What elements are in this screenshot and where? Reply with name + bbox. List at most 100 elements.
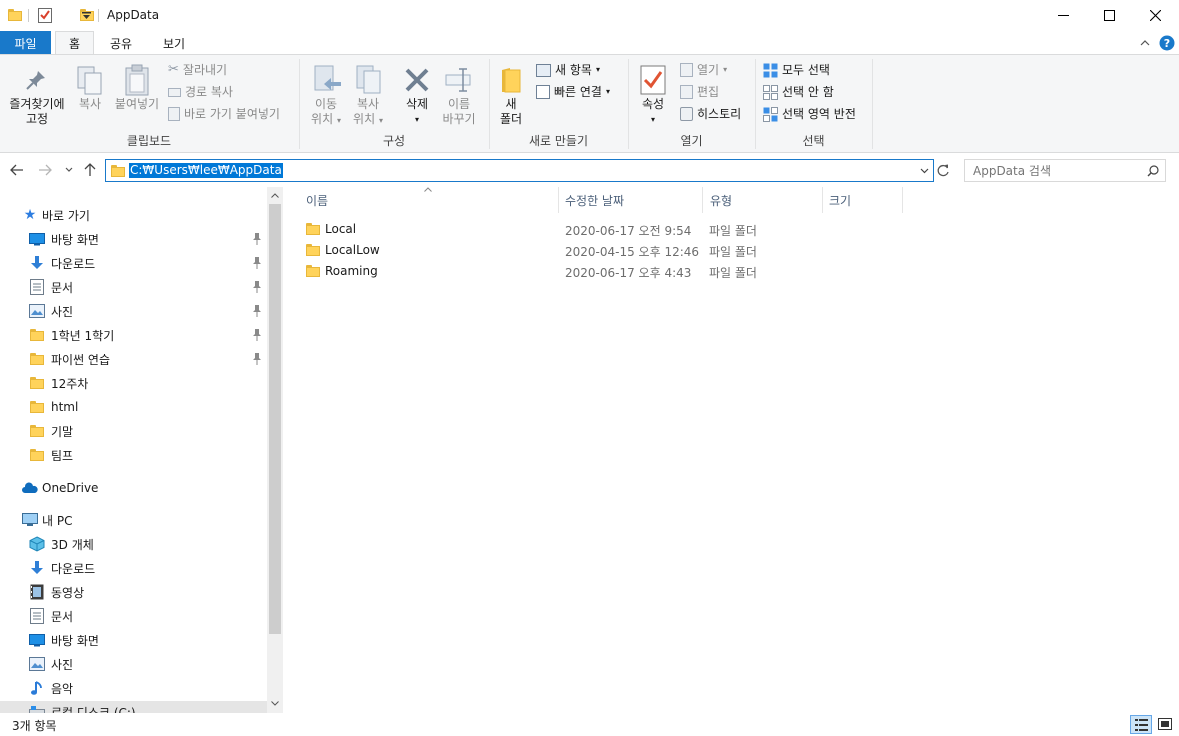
large-icons-view-button[interactable] [1155,715,1175,734]
open-group-label: 열기 [680,134,703,148]
nav-quick-item[interactable]: html [29,396,78,418]
properties-button[interactable]: 속성 ▾ [634,97,672,127]
nav-quick-item[interactable]: 1학년 1학기 [29,324,114,346]
file-name: LocalLow [325,243,380,257]
nav-quick-item[interactable]: 바탕 화면 [29,228,99,250]
help-icon[interactable]: ? [1159,35,1175,51]
back-icon[interactable] [10,164,24,176]
up-icon[interactable] [84,163,96,177]
column-name[interactable]: 이름 [306,187,328,213]
nav-quick-item[interactable]: 다운로드 [29,252,95,274]
rename-button[interactable]: 이름 바꾸기 [438,97,480,127]
scroll-thumb[interactable] [269,204,281,634]
pin-icon[interactable] [252,281,262,293]
nav-quick-item[interactable]: 사진 [29,300,73,322]
copy-button[interactable]: 복사 [73,97,107,112]
nav-quick-access[interactable]: ★ 바로 가기 [22,204,90,226]
tab-file[interactable]: 파일 [0,31,51,55]
properties-quick-icon[interactable] [38,8,52,23]
properties-icon [640,65,666,95]
address-bar[interactable]: C:₩Users₩lee₩AppData [105,159,934,182]
pin-icon[interactable] [252,353,262,365]
new-group-label: 새로 만들기 [528,134,588,148]
nav-pc-item[interactable]: 3D 개체 [29,533,94,555]
history-button[interactable]: 히스토리 [680,106,741,122]
folder-icon [306,244,320,256]
nav-pc-item[interactable]: 동영상 [29,581,84,603]
file-type: 파일 폴더 [709,224,757,238]
collapse-ribbon-icon[interactable] [1140,39,1150,46]
tab-home[interactable]: 홈 [55,31,94,55]
search-input[interactable] [973,163,1143,178]
divider [902,187,903,213]
forward-icon[interactable] [38,164,52,176]
easy-access-button[interactable]: 빠른 연결 ▾ [536,84,610,100]
nav-onedrive[interactable]: OneDrive [22,477,98,499]
nav-pc-item[interactable]: 사진 [29,653,73,675]
nav-scrollbar[interactable] [267,187,283,713]
tab-view[interactable]: 보기 [152,31,196,55]
new-folder-button[interactable]: 새 폴더 [494,97,528,127]
select-all-button[interactable]: 모두 선택 [763,62,830,78]
navigation-bar: C:₩Users₩lee₩AppData [0,153,1179,187]
nav-quick-item[interactable]: 기말 [29,420,73,442]
address-dropdown-icon[interactable] [920,168,929,174]
delete-button[interactable]: 삭제 ▾ [396,97,438,127]
new-item-button[interactable]: 새 항목 ▾ [536,62,600,78]
minimize-button[interactable] [1040,0,1086,31]
desktop-icon [29,632,45,648]
minimize-icon [1057,15,1069,16]
pin-icon[interactable] [252,329,262,341]
copy-to-button[interactable]: 복사 위치 ▾ [346,97,390,128]
paste-button[interactable]: 붙여넣기 [112,97,162,112]
cut-button[interactable]: ✂ 잘라내기 [168,62,227,78]
pin-icon[interactable] [252,305,262,317]
close-button[interactable] [1132,0,1178,31]
nav-item-label: 기말 [51,424,74,439]
search-box[interactable] [964,159,1166,182]
nav-pc-item[interactable]: 음악 [29,677,73,699]
column-type[interactable]: 유형 [710,187,732,213]
nav-pc-item[interactable]: 문서 [29,605,73,627]
copy-path-button[interactable]: 경로 복사 [168,84,233,100]
details-view-button[interactable] [1130,715,1152,734]
nav-item-label: 1학년 1학기 [51,328,115,343]
column-size[interactable]: 크기 [829,187,851,213]
nav-this-pc[interactable]: 내 PC [22,509,72,531]
recent-locations-icon[interactable] [65,167,73,173]
tab-share[interactable]: 공유 [100,31,142,55]
address-path[interactable]: C:₩Users₩lee₩AppData [129,163,283,178]
nav-quick-item[interactable]: 문서 [29,276,73,298]
maximize-button[interactable] [1086,0,1132,31]
nav-quick-item[interactable]: 팀프 [29,444,73,466]
search-icon[interactable] [1147,165,1159,177]
move-to-button[interactable]: 이동 위치 ▾ [304,97,348,128]
pin-icon[interactable] [252,257,262,269]
move-to-label-2: 위치 [311,112,334,126]
scroll-down-icon[interactable] [271,701,279,706]
nav-quick-item[interactable]: 파이썬 연습 [29,348,110,370]
edit-button[interactable]: 편집 [680,84,719,100]
nav-pc-item[interactable]: 바탕 화면 [29,629,99,651]
customize-toolbar-icon[interactable] [82,12,91,20]
paste-shortcut-button[interactable]: 바로 가기 붙여넣기 [168,106,280,122]
pin-to-quick-access-button[interactable]: 즐겨찾기에 고정 [4,97,70,127]
file-explorer-window: AppData 파일 홈 공유 보기 ? 즐겨찾기에 고정 복사 붙여넣기 ✂ … [0,0,1179,736]
select-none-button[interactable]: 선택 안 함 [763,84,834,100]
nav-pc-item[interactable]: 로컬 디스크 (C:) [0,701,267,713]
nav-quick-item[interactable]: 12주차 [29,372,88,394]
divider [28,9,29,22]
file-row[interactable]: LocalLow 2020-04-15 오후 12:46 파일 폴더 [300,240,770,261]
new-folder-label-1: 새 [505,97,517,111]
dropdown-arrow-icon: ▾ [605,87,610,96]
column-date[interactable]: 수정한 날짜 [565,187,624,213]
file-row[interactable]: Local 2020-06-17 오전 9:54 파일 폴더 [300,219,770,240]
open-button[interactable]: 열기 ▾ [680,62,727,78]
easy-access-label: 빠른 연결 [554,85,602,99]
nav-pc-item[interactable]: 다운로드 [29,557,95,579]
file-row[interactable]: Roaming 2020-06-17 오후 4:43 파일 폴더 [300,261,770,282]
scroll-up-icon[interactable] [271,193,279,198]
pin-icon[interactable] [252,233,262,245]
invert-selection-button[interactable]: 선택 영역 반전 [763,106,856,122]
refresh-icon[interactable] [937,164,950,177]
